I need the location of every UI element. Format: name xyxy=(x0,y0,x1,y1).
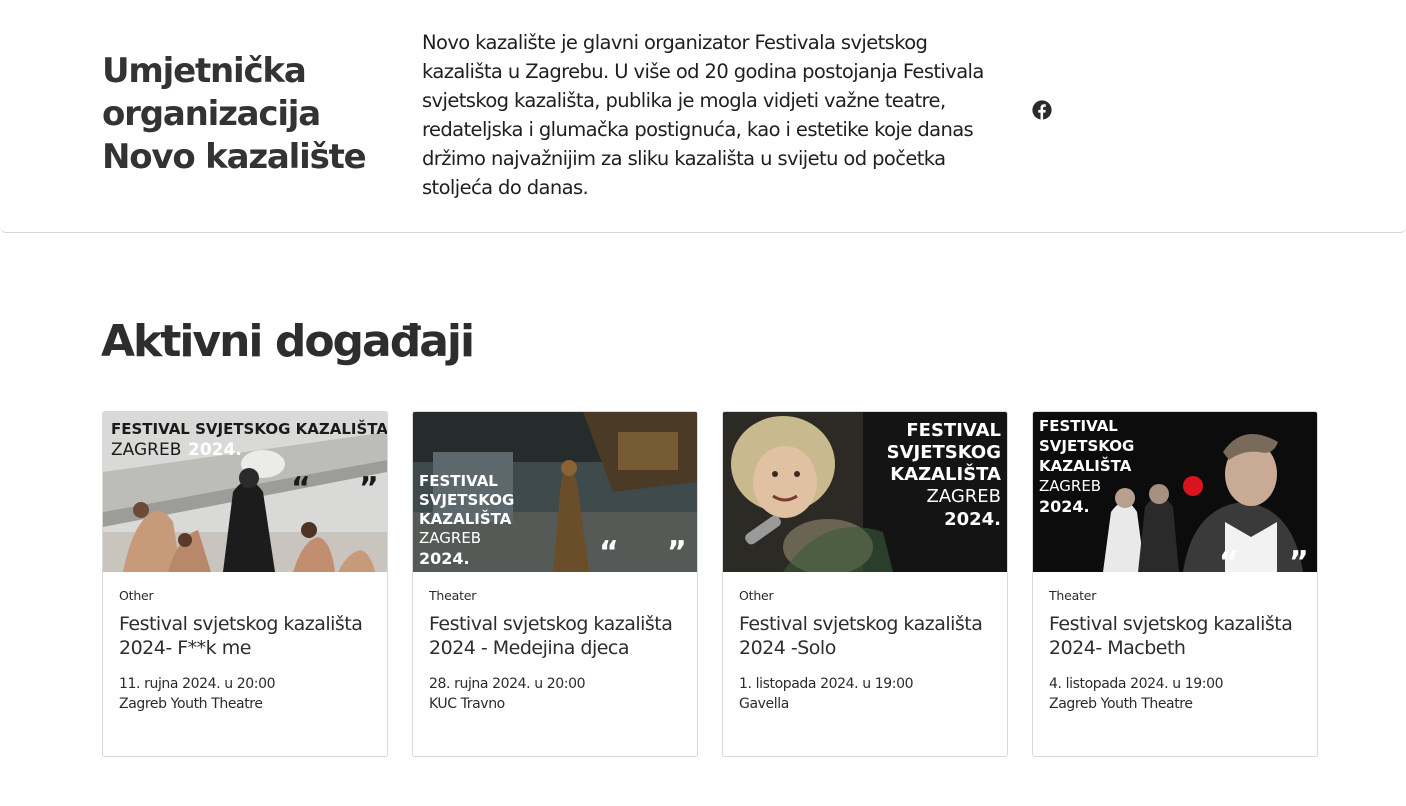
event-category: Other xyxy=(739,588,774,603)
events-list: FESTIVAL SVJETSKOG KAZALIŠTA ZAGREB 2024… xyxy=(102,411,1318,757)
event-venue: KUC Travno xyxy=(429,696,505,712)
event-title[interactable]: Festival svjetskog kazališta 2024- Macbe… xyxy=(1049,612,1305,660)
poster-city: ZAGREB xyxy=(111,440,181,460)
organization-description: Novo kazalište je glavni organizator Fes… xyxy=(422,31,984,199)
organization-name-line: Novo kazalište xyxy=(102,137,367,177)
event-card-body: Other Festival svjetskog kazališta 2024-… xyxy=(119,586,375,714)
event-title[interactable]: Festival svjetskog kazališta 2024- F**k … xyxy=(119,612,375,660)
event-date: 28. rujna 2024. u 20:00 xyxy=(429,676,586,692)
event-category: Other xyxy=(119,588,154,603)
event-category: Theater xyxy=(1049,588,1097,603)
svg-text:“: “ xyxy=(1219,545,1239,572)
event-card[interactable]: FESTIVAL SVJETSKOG KAZALIŠTA ZAGREB 2024… xyxy=(1032,411,1318,757)
poster-festival-line: KAZALIŠTA xyxy=(419,509,512,528)
event-card[interactable]: FESTIVAL SVJETSKOG KAZALIŠTA ZAGREB 2024… xyxy=(412,411,698,757)
organization-name-line: Umjetnička xyxy=(102,51,307,91)
poster-year: 2024. xyxy=(188,440,242,460)
organization-name-line: organizacija xyxy=(102,94,321,134)
svg-text:”: ” xyxy=(1289,545,1309,572)
event-poster: FESTIVAL SVJETSKOG KAZALIŠTA ZAGREB 2024… xyxy=(1033,412,1317,572)
svg-text:”: ” xyxy=(667,535,687,570)
event-poster: FESTIVAL SVJETSKOG KAZALIŠTA ZAGREB 2024… xyxy=(723,412,1007,572)
section-title: Aktivni događaji xyxy=(101,316,475,367)
poster-festival-line: KAZALIŠTA xyxy=(1039,456,1132,475)
facebook-icon xyxy=(1032,100,1052,120)
poster-festival-line: FESTIVAL xyxy=(419,472,498,490)
event-poster: FESTIVAL SVJETSKOG KAZALIŠTA ZAGREB 2024… xyxy=(103,412,387,572)
poster-year: 2024. xyxy=(944,509,1001,530)
event-category: Theater xyxy=(429,588,477,603)
organization-name: Umjetnička organizacija Novo kazalište xyxy=(102,50,402,179)
poster-festival-line: FESTIVAL xyxy=(1039,417,1118,435)
event-venue: Zagreb Youth Theatre xyxy=(1049,696,1193,712)
poster-city: ZAGREB xyxy=(419,529,481,547)
event-venue: Gavella xyxy=(739,696,789,712)
event-card-body: Theater Festival svjetskog kazališta 202… xyxy=(429,586,685,714)
poster-festival-line: FESTIVAL xyxy=(906,420,1001,441)
svg-text:”: ” xyxy=(359,471,379,506)
event-title[interactable]: Festival svjetskog kazališta 2024 -Solo xyxy=(739,612,995,660)
poster-city: ZAGREB xyxy=(1039,477,1101,495)
svg-text:“: “ xyxy=(599,535,619,570)
event-card-body: Other Festival svjetskog kazališta 2024 … xyxy=(739,586,995,714)
event-date: 1. listopada 2024. u 19:00 xyxy=(739,676,914,692)
organization-header: Umjetnička organizacija Novo kazalište N… xyxy=(0,0,1406,233)
svg-text:“: “ xyxy=(291,471,311,506)
poster-festival-line: SVJETSKOG xyxy=(887,442,1001,463)
event-poster: FESTIVAL SVJETSKOG KAZALIŠTA ZAGREB 2024… xyxy=(413,412,697,572)
poster-year: 2024. xyxy=(1039,497,1090,516)
poster-festival-line: SVJETSKOG xyxy=(1039,437,1134,455)
event-venue: Zagreb Youth Theatre xyxy=(119,696,263,712)
poster-city: ZAGREB xyxy=(926,486,1001,507)
event-date: 11. rujna 2024. u 20:00 xyxy=(119,676,276,692)
event-date: 4. listopada 2024. u 19:00 xyxy=(1049,676,1224,692)
poster-festival-line: KAZALIŠTA xyxy=(890,463,1001,485)
poster-festival-line: SVJETSKOG xyxy=(419,491,514,509)
event-title[interactable]: Festival svjetskog kazališta 2024 - Mede… xyxy=(429,612,685,660)
poster-year: 2024. xyxy=(419,549,470,568)
facebook-link[interactable] xyxy=(1031,99,1053,121)
event-card-body: Theater Festival svjetskog kazališta 202… xyxy=(1049,586,1305,714)
event-card[interactable]: FESTIVAL SVJETSKOG KAZALIŠTA ZAGREB 2024… xyxy=(102,411,388,757)
event-card[interactable]: FESTIVAL SVJETSKOG KAZALIŠTA ZAGREB 2024… xyxy=(722,411,1008,757)
poster-festival-line: FESTIVAL SVJETSKOG KAZALIŠTA xyxy=(111,419,387,438)
